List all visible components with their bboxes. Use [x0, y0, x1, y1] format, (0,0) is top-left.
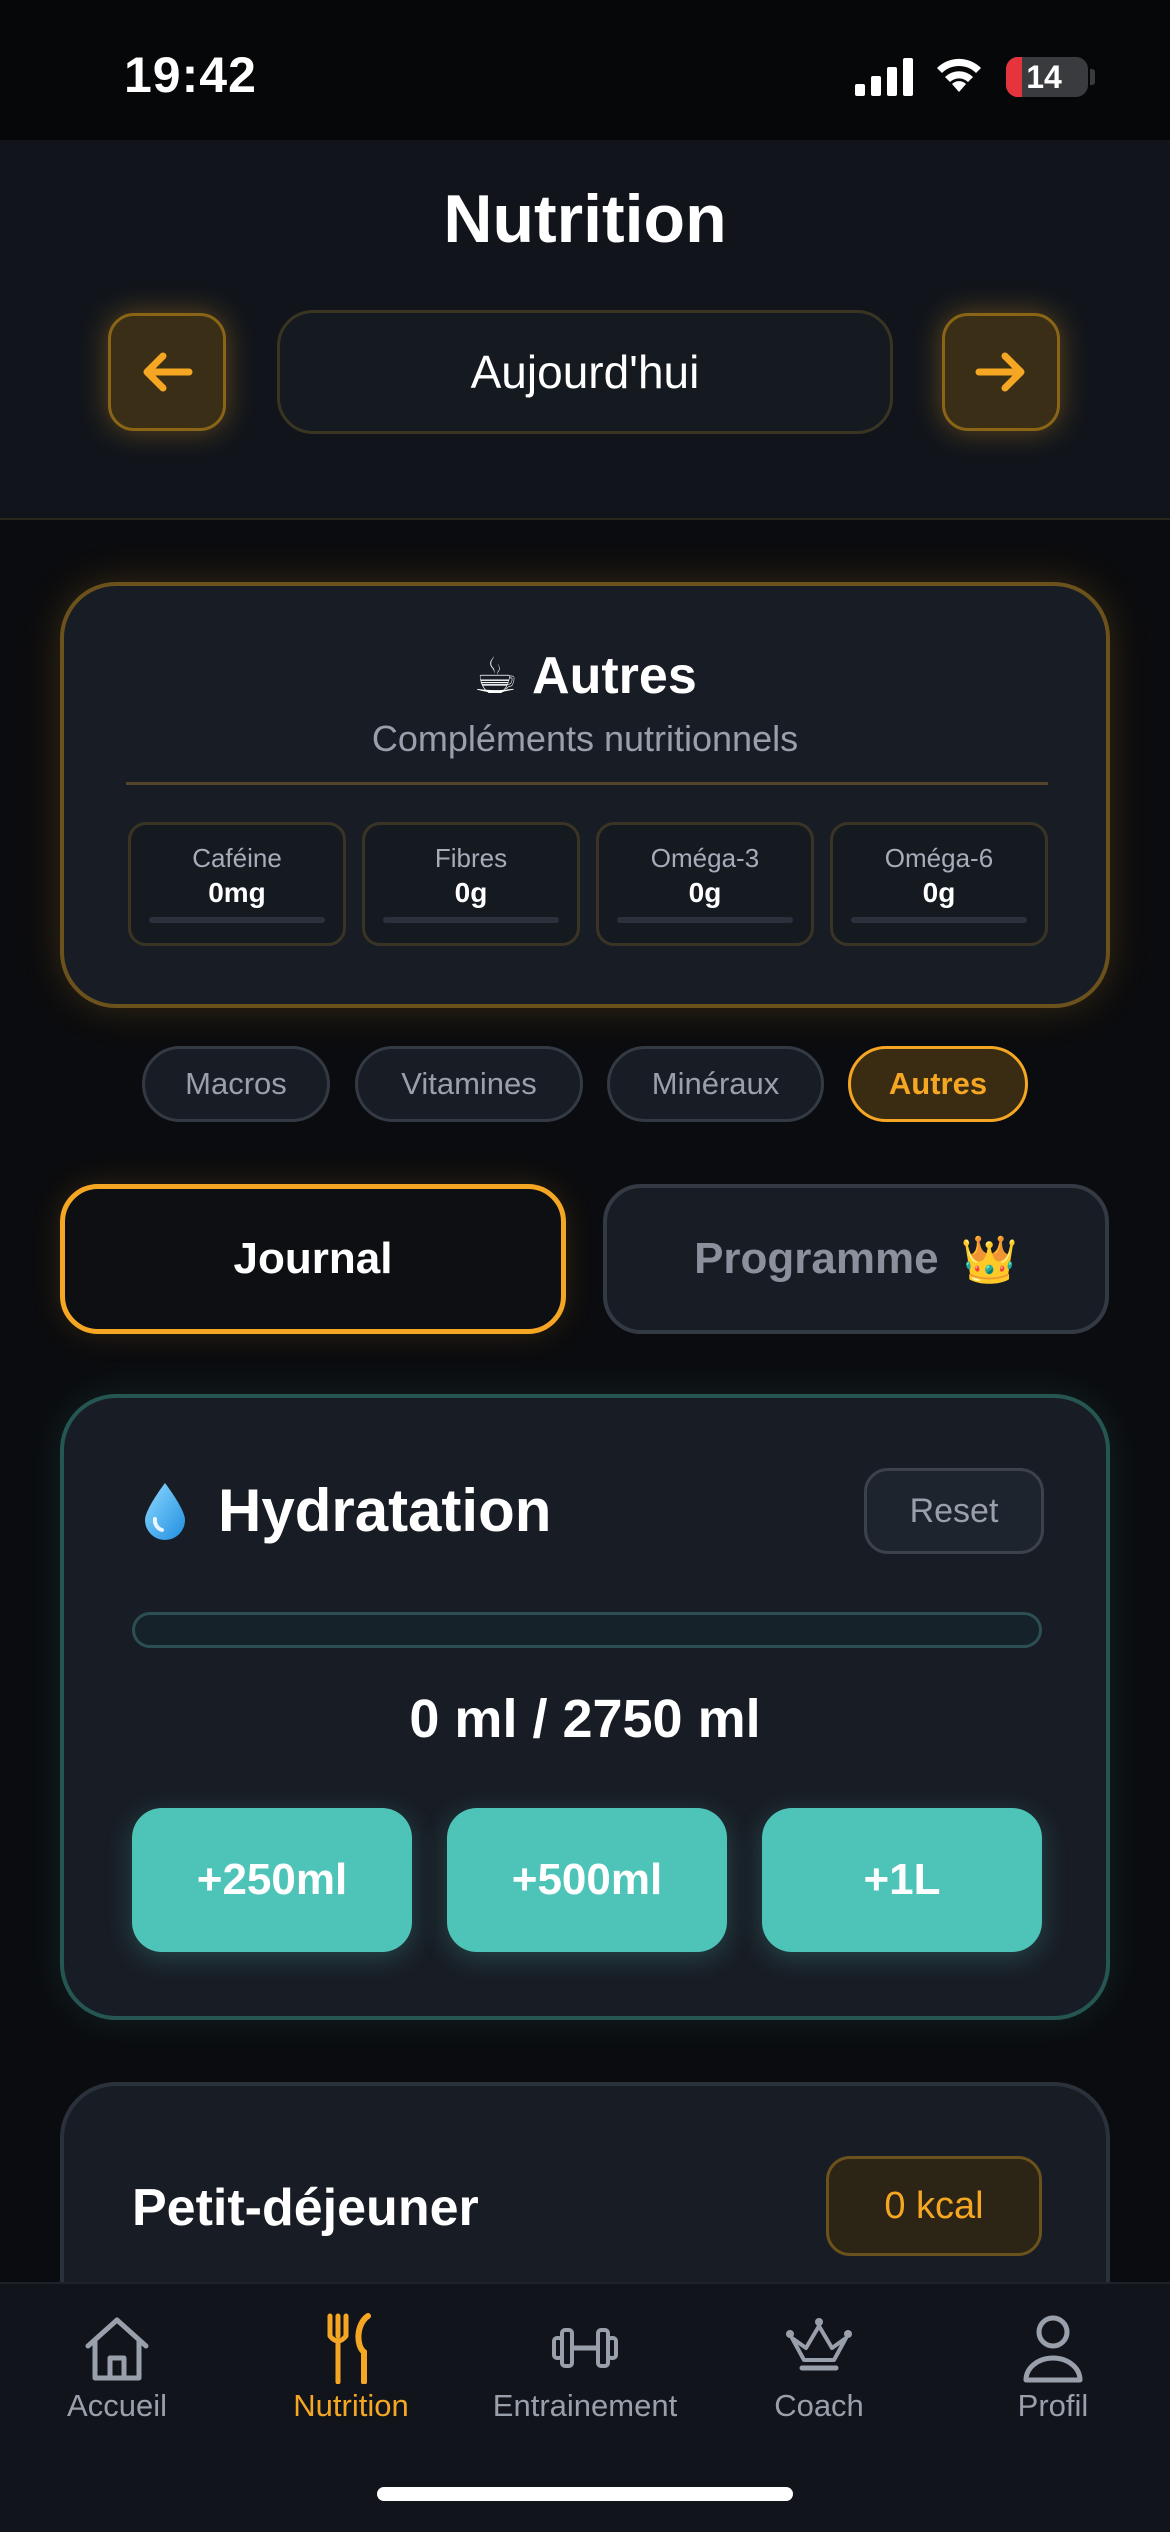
nutrient-progress-bar	[383, 917, 559, 923]
nutrient-value: 0mg	[208, 877, 266, 908]
category-tab-macros[interactable]: Macros	[142, 1046, 330, 1122]
battery-indicator: 14	[1006, 57, 1088, 97]
nutrient-card-title-text: Autres	[532, 647, 697, 705]
category-tab-vitamines[interactable]: Vitamines	[355, 1046, 583, 1122]
nutrient-value: 0g	[922, 877, 956, 908]
programme-tab[interactable]: Programme 👑	[603, 1184, 1109, 1334]
meal-title: Petit-déjeuner	[132, 2179, 479, 2237]
home-indicator[interactable]	[377, 2487, 793, 2501]
dumbbell-icon	[552, 2328, 618, 2368]
tab-nutrition[interactable]: Nutrition	[234, 2304, 468, 2434]
cellular-signal-icon	[855, 58, 913, 96]
page-title: Nutrition	[443, 181, 727, 257]
programme-label: Programme	[694, 1234, 939, 1283]
nutrient-item-omega-3: Oméga-3 0g	[596, 822, 814, 946]
add-250ml-button[interactable]: +250ml	[132, 1808, 412, 1952]
coffee-icon: ☕	[473, 648, 519, 704]
nutrient-progress-bar	[149, 917, 325, 923]
status-time: 19:42	[124, 47, 257, 103]
meal-kcal-badge: 0 kcal	[826, 2156, 1042, 2256]
add-1l-button[interactable]: +1L	[762, 1808, 1042, 1952]
journal-tab[interactable]: Journal	[60, 1184, 566, 1334]
date-selector[interactable]: Aujourd'hui	[277, 310, 893, 434]
nutrient-card-title: ☕ Autres	[64, 646, 1106, 706]
battery-cap	[1090, 69, 1095, 85]
nutrient-name: Oméga-6	[884, 843, 994, 873]
hydration-title-text: Hydratation	[218, 1477, 552, 1544]
nutrient-item-fibres: Fibres 0g	[362, 822, 580, 946]
nutrient-item-omega-6: Oméga-6 0g	[830, 822, 1048, 946]
tab-label: Nutrition	[293, 2388, 409, 2423]
hydration-progress-bar	[132, 1612, 1042, 1648]
water-drop-icon	[145, 1482, 185, 1540]
status-bar: 19:42 14	[0, 0, 1170, 140]
person-icon	[1023, 2315, 1083, 2383]
fork-knife-icon	[327, 2313, 371, 2384]
tab-label: Coach	[774, 2388, 864, 2423]
nutrient-value: 0g	[454, 877, 488, 908]
next-day-button[interactable]	[942, 313, 1060, 431]
nutrient-name: Fibres	[434, 843, 508, 873]
nutrient-progress-bar	[851, 917, 1027, 923]
category-tab-mineraux[interactable]: Minéraux	[607, 1046, 824, 1122]
hydration-card: Hydratation Reset 0 ml / 2750 ml +250ml …	[60, 1394, 1110, 2020]
divider	[126, 782, 1048, 785]
arrow-left-icon	[143, 352, 193, 392]
page-header: Nutrition Aujourd'hui	[0, 140, 1170, 520]
wifi-icon	[937, 58, 981, 92]
nutrient-card-subtitle: Compléments nutritionnels	[371, 718, 799, 759]
reset-button[interactable]: Reset	[864, 1468, 1044, 1554]
add-500ml-button[interactable]: +500ml	[447, 1808, 727, 1952]
nutrient-progress-bar	[617, 917, 793, 923]
nutrient-list: Caféine 0mg Fibres 0g Oméga-3 0g Oméga-6…	[128, 822, 1050, 946]
tab-entrainement[interactable]: Entrainement	[468, 2304, 702, 2434]
previous-day-button[interactable]	[108, 313, 226, 431]
hydration-amount: 0 ml / 2750 ml	[409, 1689, 761, 1749]
battery-percent: 14	[1026, 59, 1062, 95]
tab-label: Accueil	[67, 2388, 167, 2423]
nutrient-value: 0g	[688, 877, 722, 908]
tab-accueil[interactable]: Accueil	[0, 2304, 234, 2434]
tab-label: Entrainement	[492, 2388, 678, 2423]
home-icon	[85, 2317, 149, 2381]
nutrient-item-cafeine: Caféine 0mg	[128, 822, 346, 946]
journal-label: Journal	[233, 1234, 393, 1283]
tab-label: Profil	[1017, 2388, 1089, 2423]
crown-icon	[786, 2318, 852, 2371]
hydration-title: Hydratation	[142, 1476, 551, 1545]
crown-icon: 👑	[960, 1232, 1018, 1285]
tab-coach[interactable]: Coach	[702, 2304, 936, 2434]
nutrient-name: Caféine	[192, 843, 282, 873]
arrow-right-icon	[975, 352, 1025, 392]
nutrient-name: Oméga-3	[650, 843, 760, 873]
nutrient-summary-card: ☕ Autres Compléments nutritionnels Caféin…	[60, 582, 1110, 1008]
category-tab-autres[interactable]: Autres	[848, 1046, 1028, 1122]
tab-profil[interactable]: Profil	[936, 2304, 1170, 2434]
